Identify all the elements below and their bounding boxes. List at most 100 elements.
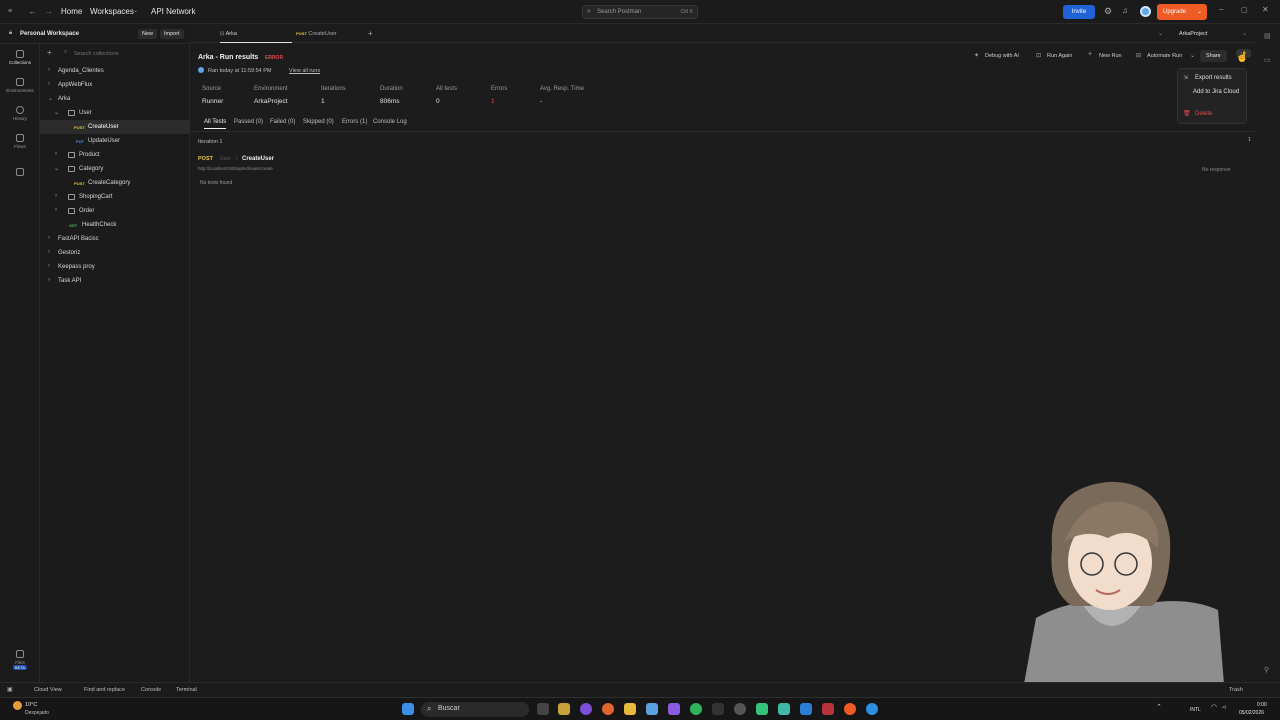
upgrade-button[interactable]: Upgrade ⌄: [1157, 4, 1207, 20]
collection-fastapi-bacisc[interactable]: › FastAPI Bacisc: [40, 232, 190, 246]
new-run-button[interactable]: New Run: [1099, 53, 1122, 59]
rail-flows[interactable]: Flows: [0, 134, 40, 149]
subtab-failed[interactable]: Failed (0): [270, 119, 295, 125]
collection-arka[interactable]: ⌄ Arka: [40, 92, 190, 106]
app-blue-icon[interactable]: [866, 703, 878, 715]
menu-add-to-jira[interactable]: Add to Jira Cloud: [1193, 89, 1239, 95]
terminal-icon[interactable]: [712, 703, 724, 715]
app-teal-icon[interactable]: [778, 703, 790, 715]
settings-gear-icon[interactable]: ⚙: [1104, 6, 1112, 17]
add-tab-icon[interactable]: +: [368, 29, 373, 38]
rail-collections[interactable]: Collections: [0, 50, 40, 65]
search-bar[interactable]: ⌕ Search Postman Ctrl K: [582, 5, 698, 19]
language-indicator[interactable]: INTL: [1190, 707, 1201, 713]
docs-icon[interactable]: ▤: [1264, 32, 1271, 40]
app-green-icon[interactable]: [756, 703, 768, 715]
run-again-button[interactable]: Run Again: [1047, 53, 1072, 59]
app-purple-icon[interactable]: [580, 703, 592, 715]
rail-more[interactable]: [0, 168, 40, 178]
chevron-up-icon[interactable]: ⌃: [1156, 703, 1162, 711]
nav-api-network[interactable]: API Network: [151, 7, 195, 16]
page-indicator[interactable]: 1: [1248, 137, 1251, 143]
import-button[interactable]: Import: [160, 29, 184, 39]
taskbar-search[interactable]: ⌕ Buscar: [421, 702, 529, 717]
trash-button[interactable]: Trash: [1229, 687, 1243, 693]
subtab-passed[interactable]: Passed (0): [234, 119, 263, 125]
folder-order[interactable]: › Order: [40, 204, 190, 218]
request-healthcheck[interactable]: GET HealthCheck: [40, 218, 190, 232]
maximize-icon[interactable]: ▢: [1241, 6, 1248, 14]
windows-start-icon[interactable]: [402, 703, 414, 715]
subtab-all-tests[interactable]: All Tests: [204, 119, 227, 129]
check-icon: [198, 67, 204, 73]
console-button[interactable]: Console: [141, 687, 161, 693]
tab-arka[interactable]: ⊡ Arka: [220, 26, 292, 43]
add-icon[interactable]: +: [47, 48, 52, 57]
menu-export-results[interactable]: Export results: [1195, 75, 1232, 81]
app-red-icon[interactable]: [822, 703, 834, 715]
cloud-view-button[interactable]: Cloud View: [34, 687, 62, 693]
wifi-icon[interactable]: ◠: [1211, 703, 1217, 711]
subtab-errors[interactable]: Errors (1): [342, 119, 367, 125]
clock-date[interactable]: 05/02/2026: [1239, 710, 1264, 716]
app-m-icon[interactable]: [558, 703, 570, 715]
rail-history[interactable]: History: [0, 106, 40, 121]
request-createcategory[interactable]: POST CreateCategory: [40, 176, 190, 190]
nav-workspaces[interactable]: Workspaces: [90, 7, 134, 16]
request-updateuser[interactable]: PUT UpdateUser: [40, 134, 190, 148]
request-name[interactable]: CreateUser: [242, 156, 274, 162]
tab-createuser[interactable]: POST CreateUser: [296, 26, 368, 43]
app-grey-icon[interactable]: [734, 703, 746, 715]
avatar[interactable]: [1140, 6, 1151, 17]
rail-files[interactable]: Files BETA: [0, 650, 40, 670]
subtab-console-log[interactable]: Console Log: [373, 119, 407, 125]
info-icon[interactable]: ⚲: [1264, 666, 1269, 674]
calendar-icon[interactable]: [646, 703, 658, 715]
automate-run-button[interactable]: Automate Run: [1147, 53, 1182, 59]
postman-icon[interactable]: [844, 703, 856, 715]
folder-user[interactable]: ⌄ User: [40, 106, 190, 120]
nav-home[interactable]: Home: [61, 7, 82, 16]
terminal-button[interactable]: Terminal: [176, 687, 197, 693]
menu-icon[interactable]: ≡: [8, 8, 12, 15]
invite-button[interactable]: Invite: [1063, 5, 1095, 19]
collection-keepass-proy[interactable]: › Keepass proy: [40, 260, 190, 274]
sidebar-toggle-icon[interactable]: ▣: [7, 686, 13, 693]
workspace-name[interactable]: Personal Workspace: [20, 31, 79, 37]
request-method: POST: [198, 156, 213, 162]
bell-icon[interactable]: ♫: [1122, 6, 1128, 15]
firefox-icon[interactable]: [602, 703, 614, 715]
request-createuser[interactable]: POST CreateUser: [40, 120, 190, 134]
debug-with-ai-button[interactable]: Debug with AI: [985, 53, 1019, 59]
task-view-icon[interactable]: [537, 703, 549, 715]
search-collections-input[interactable]: [74, 48, 179, 59]
app-violet-icon[interactable]: [668, 703, 680, 715]
find-replace-button[interactable]: Find and replace: [84, 687, 125, 693]
collection-appwebflux[interactable]: › AppWebFlux: [40, 78, 190, 92]
close-icon[interactable]: ✕: [1262, 5, 1269, 14]
weather-desc: Despejado: [25, 710, 49, 716]
forward-arrow-icon[interactable]: →: [44, 6, 53, 16]
folder-category[interactable]: ⌄ Category: [40, 162, 190, 176]
collection-task-api[interactable]: › Task API: [40, 274, 190, 288]
environment-selector[interactable]: ArkaProject: [1179, 31, 1207, 37]
share-button[interactable]: Share: [1200, 50, 1227, 62]
folder-product[interactable]: › Product: [40, 148, 190, 162]
clock-time[interactable]: 0:00: [1257, 702, 1267, 708]
comments-icon[interactable]: ▭: [1264, 56, 1271, 64]
subtab-skipped[interactable]: Skipped (0): [303, 119, 334, 125]
back-arrow-icon[interactable]: ←: [28, 6, 37, 16]
vscode-icon[interactable]: [800, 703, 812, 715]
folder-shopingcart[interactable]: › ShopingCart: [40, 190, 190, 204]
tree-label: UpdateUser: [88, 138, 121, 144]
whatsapp-icon[interactable]: [690, 703, 702, 715]
volume-icon[interactable]: ◃: [1222, 703, 1226, 711]
collection-gestoriz[interactable]: › Gestoriz: [40, 246, 190, 260]
menu-delete[interactable]: Delete: [1195, 111, 1212, 117]
rail-environments[interactable]: Environments: [0, 78, 40, 93]
collection-agenda-clientes[interactable]: › Agenda_Clientes: [40, 64, 190, 78]
file-explorer-icon[interactable]: [624, 703, 636, 715]
new-button[interactable]: New: [138, 29, 158, 39]
minimize-icon[interactable]: −: [1219, 5, 1224, 14]
view-all-runs-link[interactable]: View all runs: [289, 68, 320, 74]
